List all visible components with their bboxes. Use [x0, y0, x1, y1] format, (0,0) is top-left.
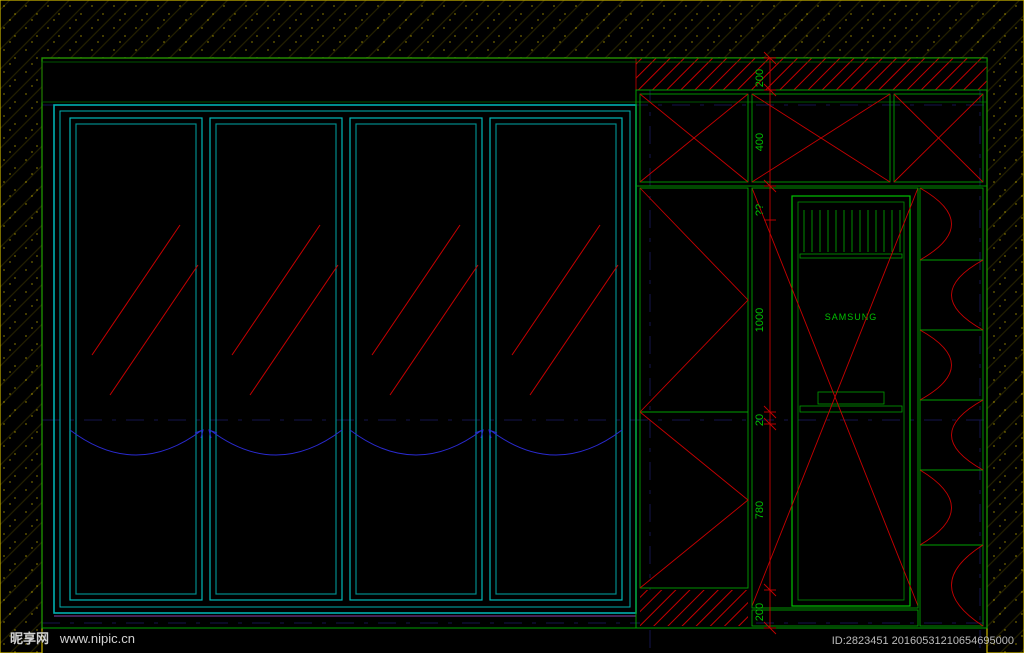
- sliding-door-unit: [54, 105, 636, 616]
- dim-clearance: ??: [754, 204, 766, 216]
- construction-grid: [0, 0, 1024, 653]
- plinth-left: [640, 590, 748, 626]
- door-swing-arcs: [70, 430, 622, 455]
- dim-shelf-gap: 20: [754, 414, 766, 426]
- dim-top-cabinet: 400: [754, 133, 766, 151]
- ceiling-beam: [636, 58, 987, 90]
- glass-marks: [92, 225, 618, 395]
- dim-upper: 1000: [754, 308, 766, 332]
- dim-top-inset: 200: [754, 69, 766, 87]
- appliance-niche: SAMSUNG: [792, 196, 910, 606]
- open-shelving: [920, 188, 983, 626]
- overhead-cabinets: [636, 90, 987, 186]
- appliance-brand: SAMSUNG: [825, 312, 878, 322]
- niche-void: [752, 188, 918, 606]
- dimensions: 200 400 ?? 1000 20 780 200: [754, 52, 776, 634]
- dim-lower: 780: [754, 501, 766, 519]
- cabinet-block: SAMSUNG: [636, 90, 987, 628]
- cad-elevation-drawing: SAMSUNG: [0, 0, 1024, 653]
- elevation-frame: [42, 58, 987, 628]
- wall-section: [0, 0, 1024, 653]
- dim-plinth: 200: [754, 603, 766, 621]
- tall-narrow-cabinet: [640, 188, 748, 588]
